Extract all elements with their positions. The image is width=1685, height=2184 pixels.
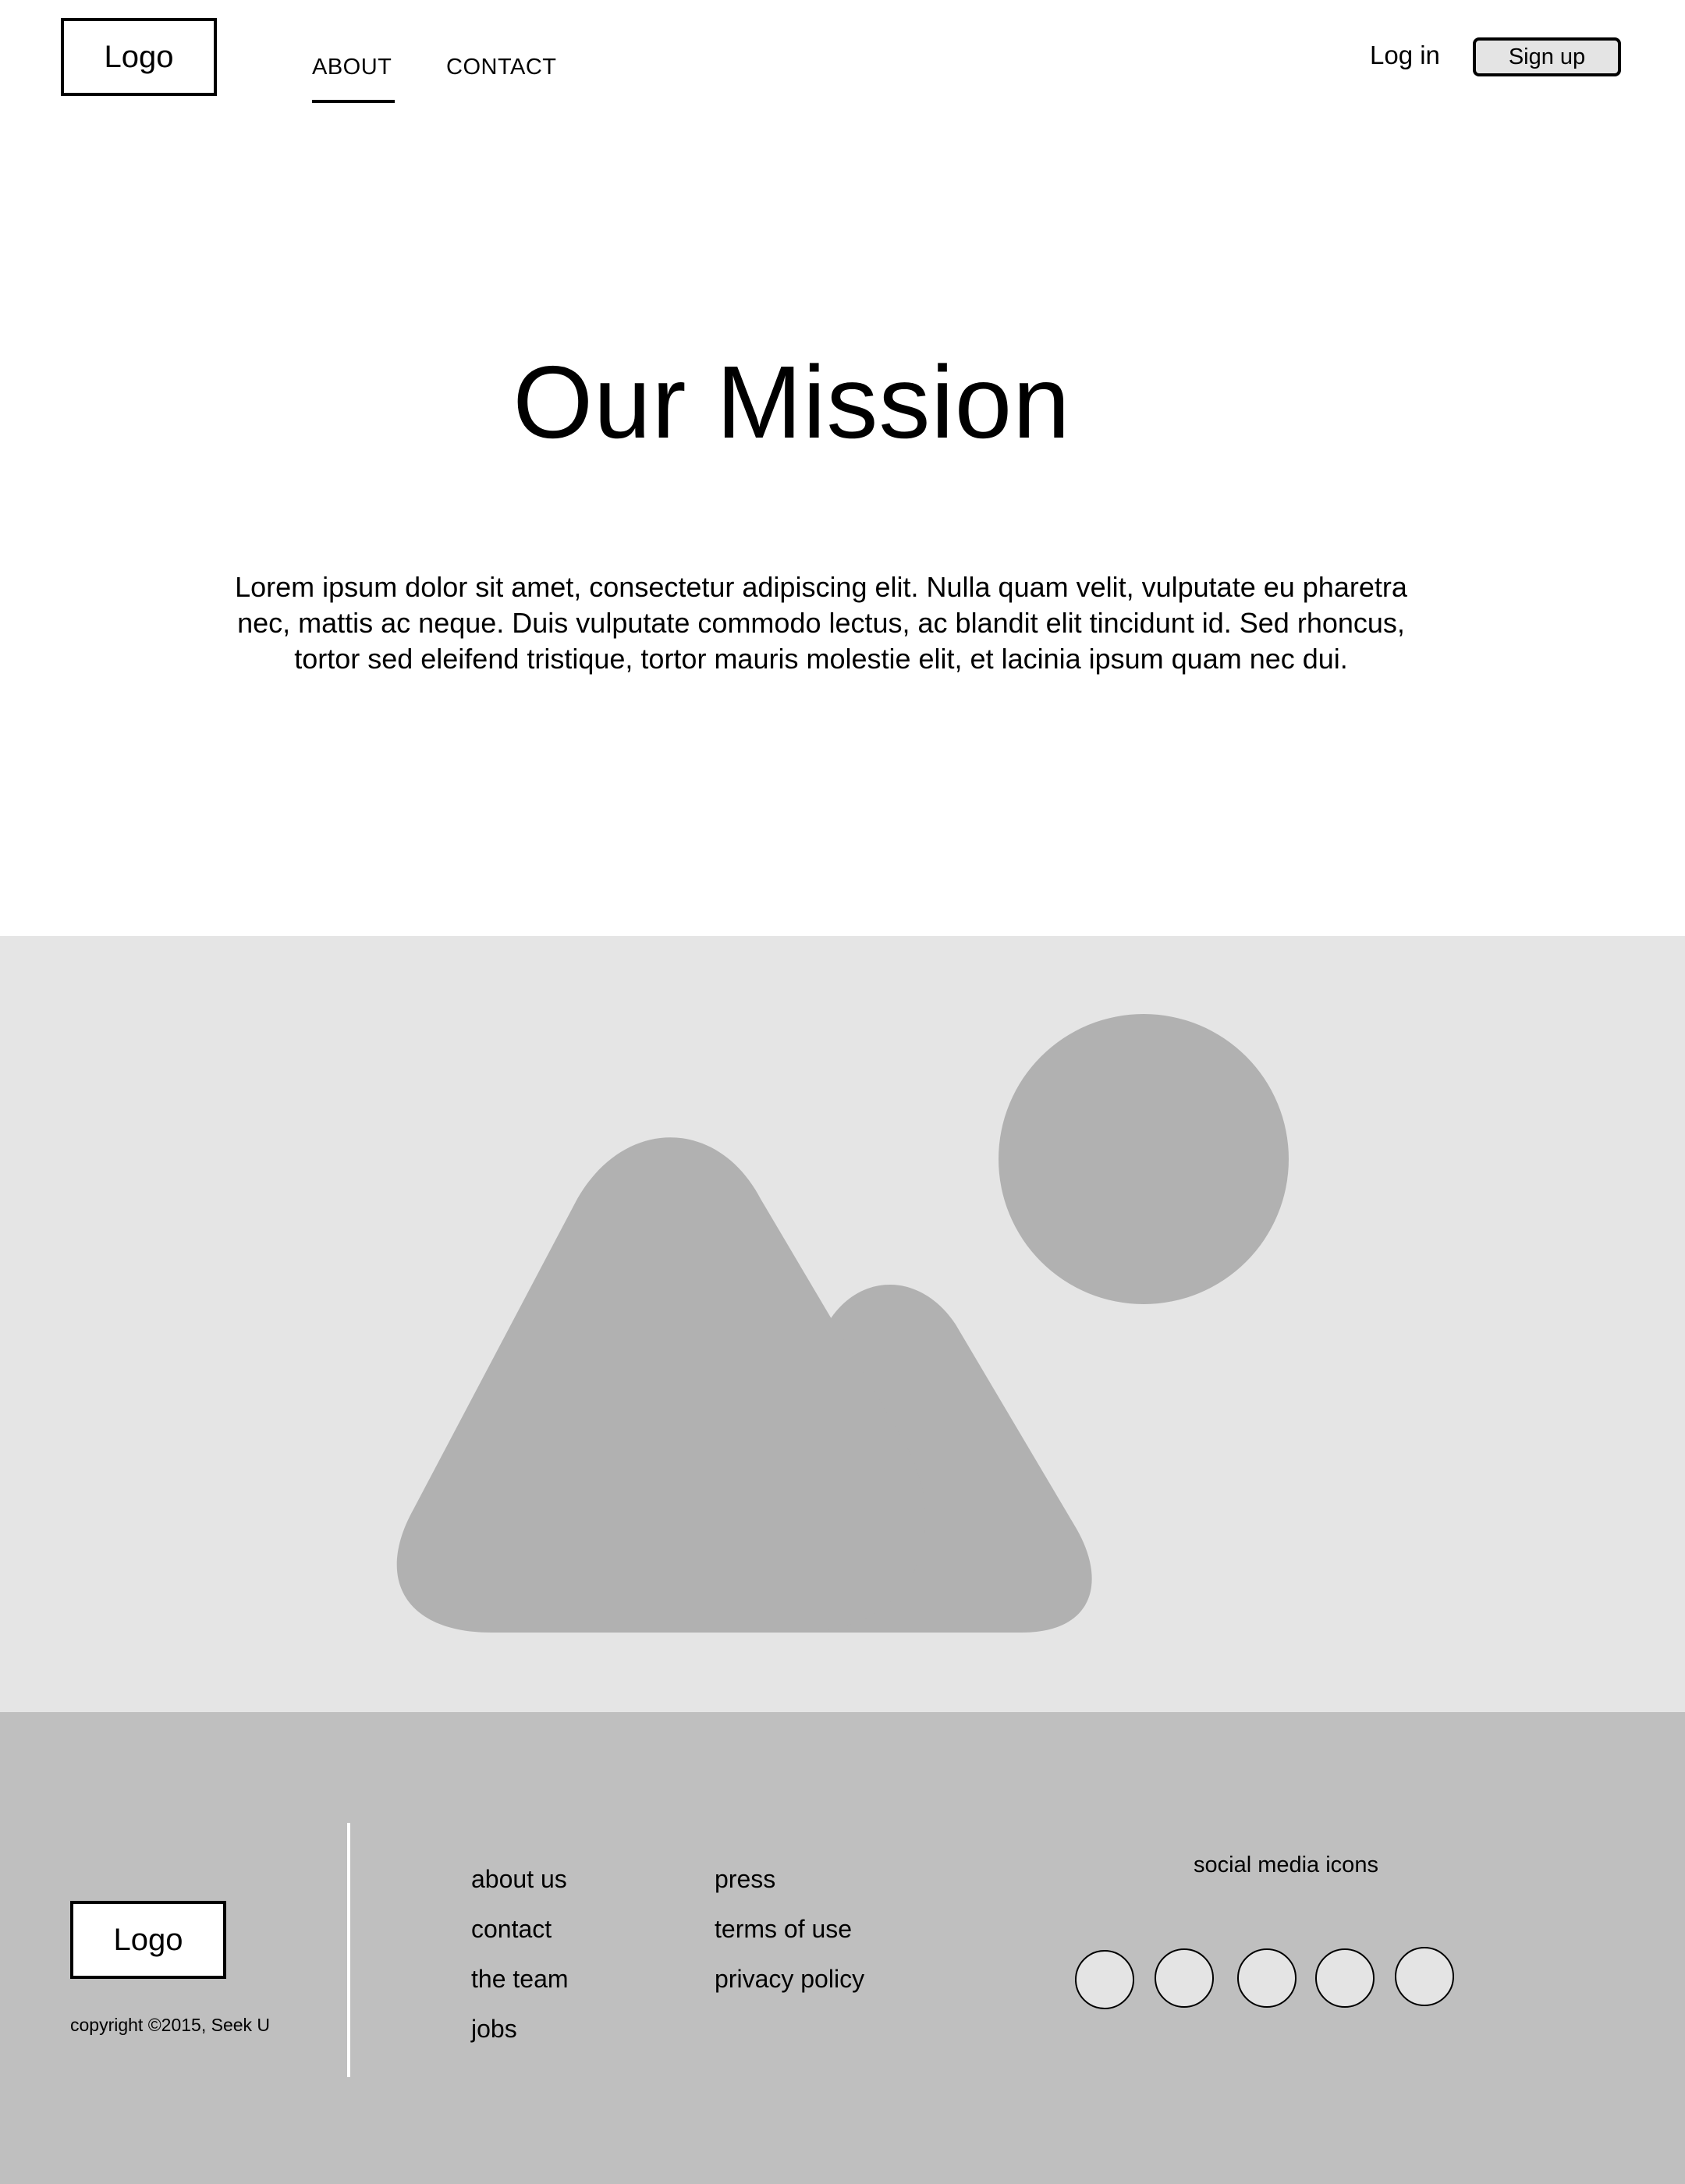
copyright-text: copyright ©2015, Seek U [70, 2015, 271, 2035]
footer-logo[interactable]: Logo [70, 1901, 226, 1979]
signup-button[interactable]: Sign up [1473, 37, 1621, 76]
footer-link-terms-of-use[interactable]: terms of use [715, 1914, 864, 1964]
social-icon[interactable] [1237, 1948, 1297, 2008]
header-logo[interactable]: Logo [61, 18, 217, 96]
nav-contact[interactable]: CONTACT [446, 55, 557, 80]
footer-link-about-us[interactable]: about us [471, 1864, 569, 1914]
social-icon[interactable] [1395, 1947, 1454, 2006]
nav-about[interactable]: ABOUT [312, 55, 392, 80]
social-icon[interactable] [1075, 1950, 1134, 2009]
footer-link-the-team[interactable]: the team [471, 1964, 569, 2014]
footer-link-contact[interactable]: contact [471, 1914, 569, 1964]
social-icon[interactable] [1155, 1948, 1214, 2008]
footer-links-col2: press terms of use privacy policy [715, 1864, 864, 2014]
sun-icon [999, 1014, 1289, 1304]
social-media-label: social media icons [1194, 1852, 1378, 1877]
footer-link-privacy-policy[interactable]: privacy policy [715, 1964, 864, 2014]
mission-text: Lorem ipsum dolor sit amet, consectetur … [235, 571, 1407, 675]
image-placeholder [0, 936, 1685, 1712]
footer-divider [347, 1823, 350, 2077]
footer-links-col1: about us contact the team jobs [471, 1864, 569, 2064]
page-title: Our Mission [513, 345, 1071, 459]
footer-link-press[interactable]: press [715, 1864, 864, 1914]
nav-active-underline [312, 100, 395, 103]
footer-link-jobs[interactable]: jobs [471, 2014, 569, 2064]
mountain-icon [396, 1137, 926, 1633]
social-icon[interactable] [1315, 1948, 1375, 2008]
login-link[interactable]: Log in [1370, 41, 1440, 70]
